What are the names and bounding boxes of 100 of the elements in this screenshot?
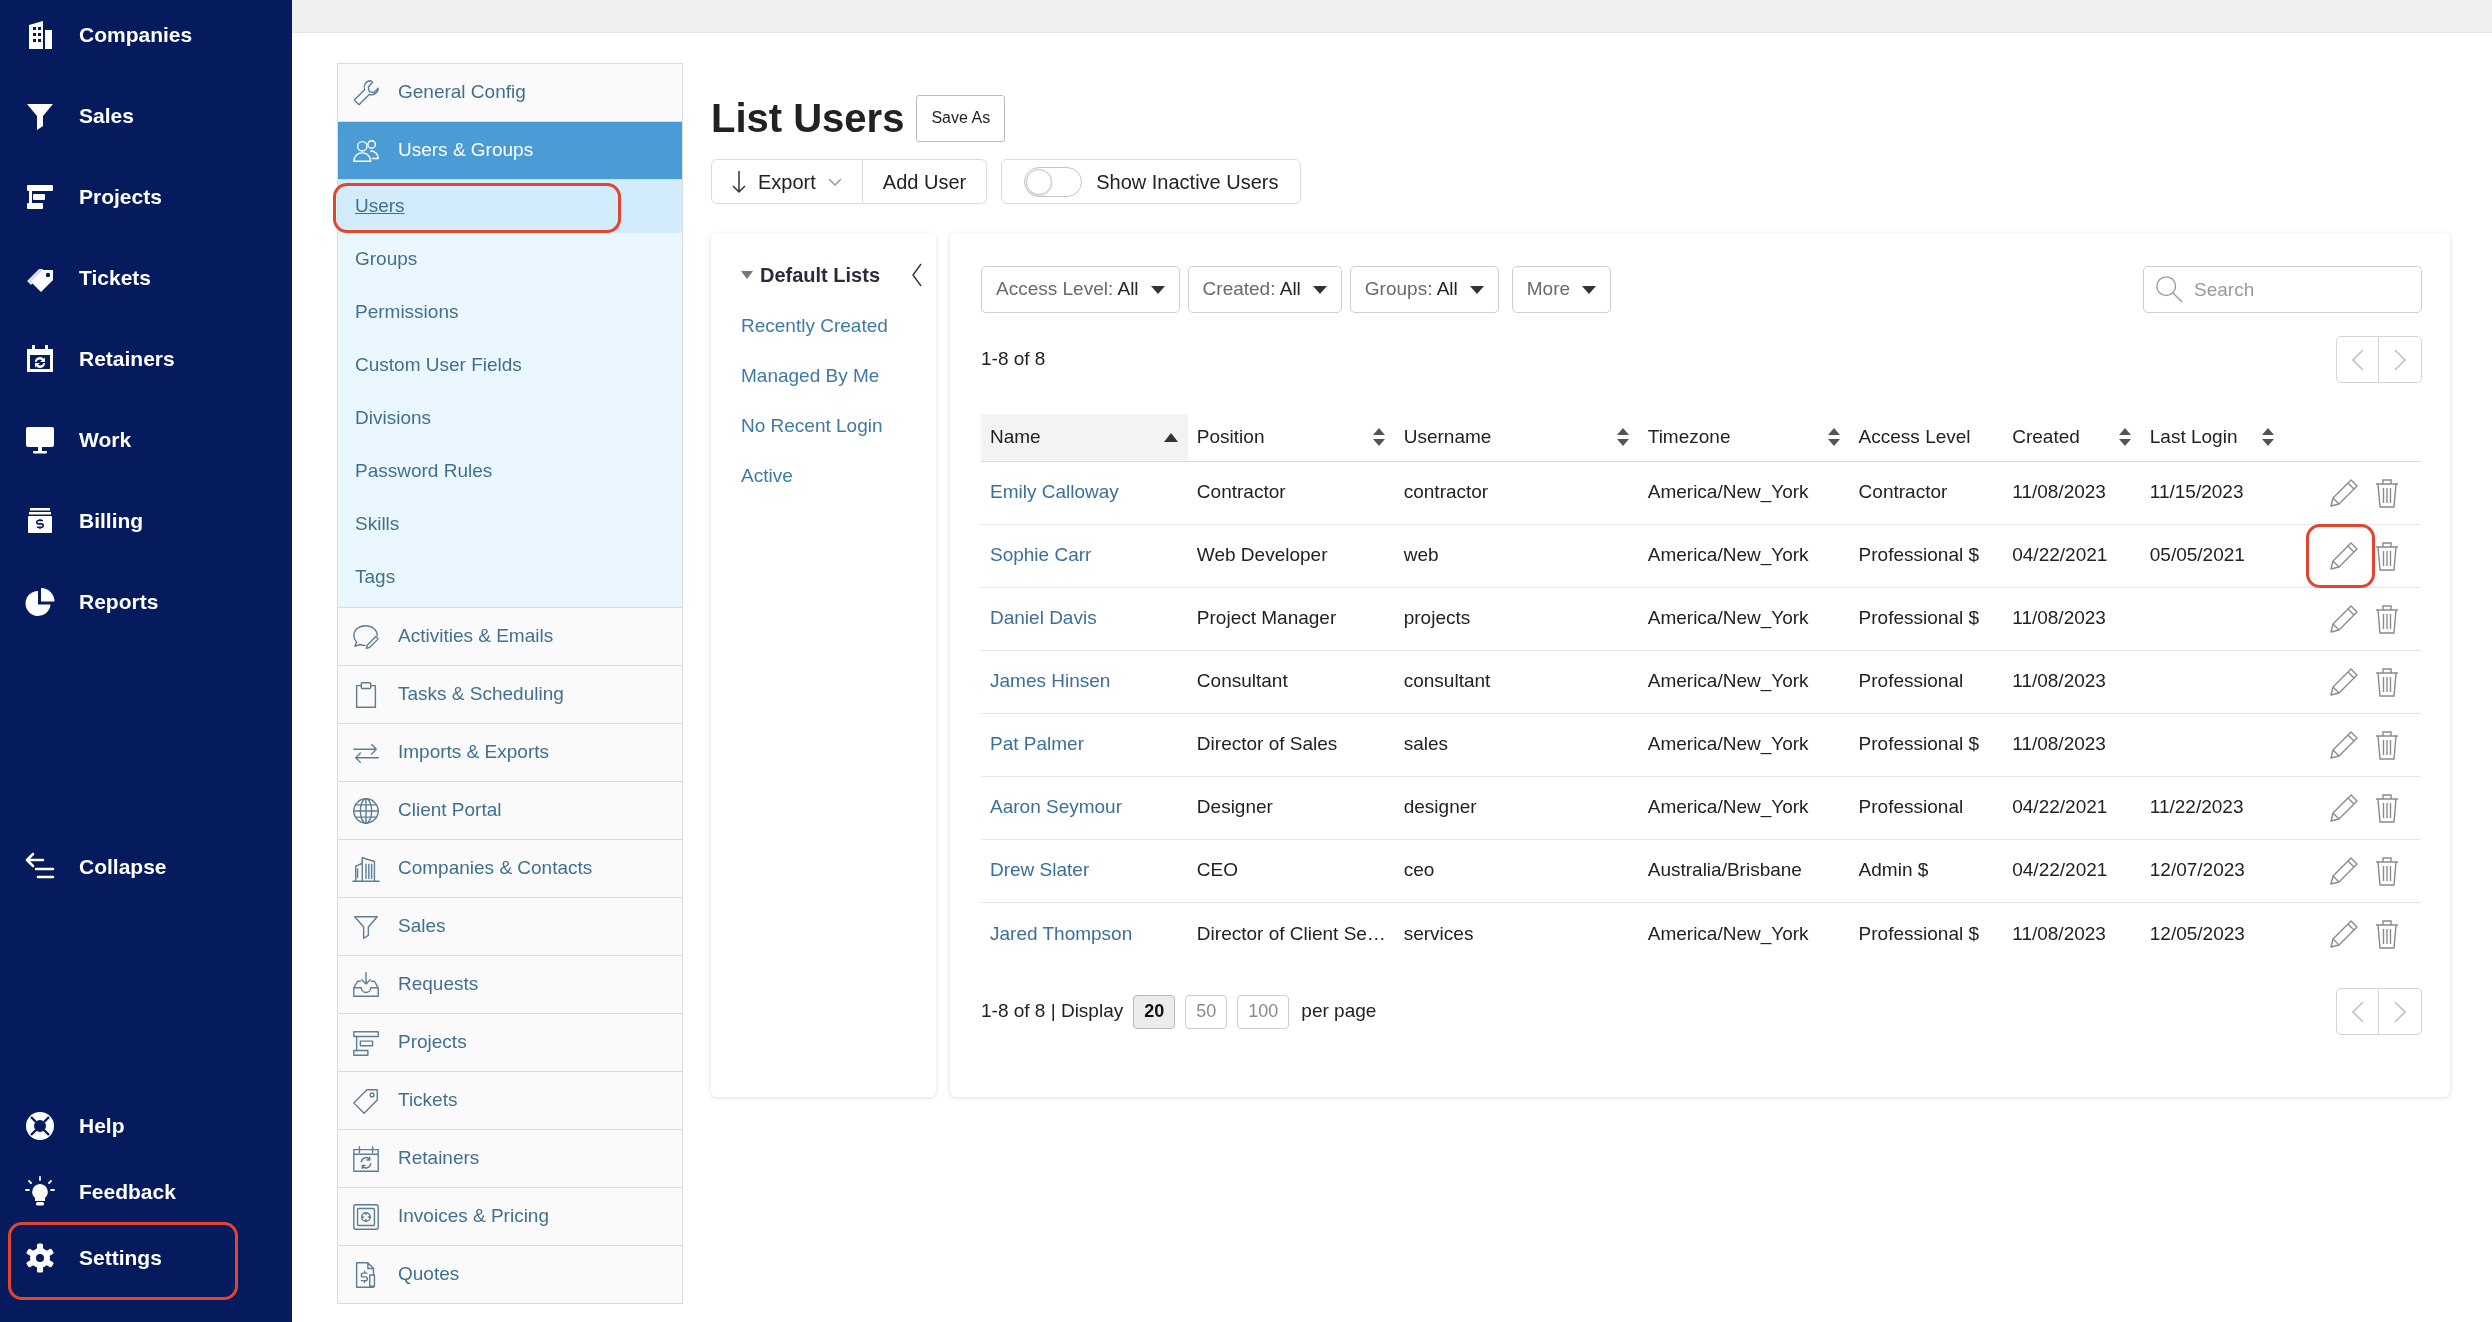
menu-item[interactable]: Users & Groups bbox=[338, 122, 682, 180]
pencil-icon[interactable] bbox=[2329, 792, 2359, 823]
submenu-item[interactable]: Skills bbox=[338, 498, 682, 551]
column-header[interactable]: Created bbox=[2003, 414, 2141, 461]
submenu-item[interactable]: Custom User Fields bbox=[338, 339, 682, 392]
table-cell: services bbox=[1403, 922, 1474, 944]
nav-link[interactable]: Collapse bbox=[24, 851, 167, 883]
page-size-button[interactable]: 100 bbox=[1237, 994, 1290, 1029]
filter-dropdown[interactable]: Created: All bbox=[1187, 266, 1342, 313]
submenu-item[interactable]: Groups bbox=[338, 233, 682, 286]
table-cell: Designer bbox=[1196, 796, 1273, 818]
chevron-left-icon[interactable] bbox=[912, 263, 922, 287]
toggle-switch[interactable] bbox=[1024, 166, 1083, 197]
caret-down-icon[interactable] bbox=[741, 270, 753, 280]
chevron-left-icon bbox=[2351, 348, 2364, 371]
nav-link[interactable]: Sales bbox=[24, 100, 134, 132]
table-cell: America/New_York bbox=[1647, 607, 1809, 629]
saved-list-link[interactable]: Managed By Me bbox=[741, 361, 880, 391]
nav-link[interactable]: Retainers bbox=[24, 343, 175, 375]
table-cell: Australia/Brisbane bbox=[1647, 859, 1802, 881]
table-cell: 11/08/2023 bbox=[2012, 922, 2106, 944]
table-cell: Professional $ bbox=[1858, 544, 1979, 566]
user-name-link[interactable]: Aaron Seymour bbox=[990, 796, 1122, 818]
caret-down-icon bbox=[1469, 285, 1484, 294]
table-cell: Project Manager bbox=[1196, 607, 1337, 629]
pencil-icon[interactable] bbox=[2329, 540, 2359, 571]
nav-link[interactable]: Reports bbox=[24, 586, 159, 618]
pencil-icon[interactable] bbox=[2329, 603, 2359, 634]
saved-list-link[interactable]: Active bbox=[741, 461, 793, 491]
user-name-link[interactable]: Jared Thompson bbox=[990, 922, 1133, 944]
pencil-icon[interactable] bbox=[2329, 666, 2359, 697]
user-name-link[interactable]: Drew Slater bbox=[990, 859, 1090, 881]
nav-link[interactable]: Projects bbox=[24, 181, 162, 213]
trash-icon[interactable] bbox=[2375, 792, 2399, 823]
user-name-link[interactable]: Pat Palmer bbox=[990, 733, 1084, 755]
submenu-item[interactable]: Tags bbox=[338, 551, 682, 604]
search-field[interactable]: Search bbox=[2143, 266, 2422, 313]
filter-dropdown[interactable]: Access Level: All bbox=[981, 266, 1180, 313]
pie-chart-icon bbox=[24, 586, 56, 618]
pencil-icon[interactable] bbox=[2329, 918, 2359, 949]
table-cell: 11/22/2023 bbox=[2149, 796, 2244, 818]
submenu-item[interactable]: Users bbox=[338, 180, 682, 233]
chevron-down-icon bbox=[827, 177, 842, 186]
nav-link[interactable]: Work bbox=[24, 424, 132, 456]
submenu-item[interactable]: Permissions bbox=[338, 286, 682, 339]
table-cell: Professional bbox=[1858, 670, 1964, 692]
submenu-item[interactable]: Password Rules bbox=[338, 445, 682, 498]
export-dropdown-button[interactable]: Export bbox=[711, 159, 863, 204]
table-cell: America/New_York bbox=[1647, 796, 1809, 818]
calendar-icon bbox=[24, 343, 56, 375]
table-cell: 12/05/2023 bbox=[2149, 922, 2245, 944]
page-size-button[interactable]: 20 bbox=[1133, 994, 1176, 1029]
filter-dropdown[interactable]: Groups: All bbox=[1349, 266, 1499, 313]
page-title: List Users bbox=[711, 95, 905, 142]
nav-link[interactable]: Companies bbox=[24, 19, 193, 51]
page-size-button[interactable]: 50 bbox=[1185, 994, 1228, 1029]
table-cell: America/New_York bbox=[1647, 544, 1809, 566]
table-cell: 04/22/2021 bbox=[2012, 544, 2108, 566]
column-header[interactable]: Timezone bbox=[1638, 414, 1850, 461]
trash-icon[interactable] bbox=[2375, 540, 2399, 571]
table-cell: America/New_York bbox=[1647, 670, 1809, 692]
caret-down-icon bbox=[1150, 285, 1165, 294]
nav-link[interactable]: Tickets bbox=[24, 262, 151, 294]
saved-list-link[interactable]: No Recent Login bbox=[741, 411, 883, 441]
table-cell: consultant bbox=[1403, 670, 1491, 692]
submenu-item[interactable]: Divisions bbox=[338, 392, 682, 445]
trash-icon[interactable] bbox=[2375, 666, 2399, 697]
column-header[interactable]: Name bbox=[981, 414, 1188, 461]
pencil-icon[interactable] bbox=[2329, 477, 2359, 508]
trash-icon[interactable] bbox=[2375, 729, 2399, 760]
pencil-icon[interactable] bbox=[2329, 855, 2359, 886]
saved-list-link[interactable]: Recently Created bbox=[741, 311, 888, 341]
pencil-icon[interactable] bbox=[2329, 729, 2359, 760]
trash-icon[interactable] bbox=[2375, 477, 2399, 508]
table-cell: 11/08/2023 bbox=[2012, 733, 2106, 755]
trash-icon[interactable] bbox=[2375, 603, 2399, 634]
table-cell: contractor bbox=[1403, 481, 1489, 503]
user-name-link[interactable]: Sophie Carr bbox=[990, 544, 1092, 566]
save-as-button[interactable]: Save As bbox=[916, 94, 1006, 142]
trash-icon[interactable] bbox=[2375, 855, 2399, 886]
down-arrow-icon bbox=[732, 169, 746, 194]
nav-link[interactable]: Help bbox=[24, 1110, 125, 1142]
nav-link[interactable]: Settings bbox=[24, 1242, 162, 1274]
add-button[interactable]: Add User bbox=[862, 159, 988, 204]
column-header[interactable]: Position bbox=[1187, 414, 1395, 461]
user-name-link[interactable]: Emily Calloway bbox=[990, 481, 1119, 503]
nav-link[interactable]: Feedback bbox=[24, 1176, 176, 1208]
column-header[interactable]: Last Login bbox=[2140, 414, 2285, 461]
user-name-link[interactable]: Daniel Davis bbox=[990, 607, 1097, 629]
table-cell: web bbox=[1403, 544, 1439, 566]
column-header[interactable]: Username bbox=[1394, 414, 1639, 461]
trash-icon[interactable] bbox=[2375, 918, 2399, 949]
table-cell: Director of Sales bbox=[1196, 733, 1338, 755]
filter-dropdown[interactable]: More bbox=[1511, 266, 1612, 313]
table-cell: 12/07/2023 bbox=[2149, 859, 2245, 881]
safe-icon bbox=[351, 1201, 381, 1232]
table-cell: Professional $ bbox=[1858, 607, 1979, 629]
nav-link[interactable]: Billing bbox=[24, 505, 144, 537]
toggle-control[interactable]: Show Inactive Users bbox=[1001, 159, 1302, 204]
user-name-link[interactable]: James Hinsen bbox=[990, 670, 1111, 692]
